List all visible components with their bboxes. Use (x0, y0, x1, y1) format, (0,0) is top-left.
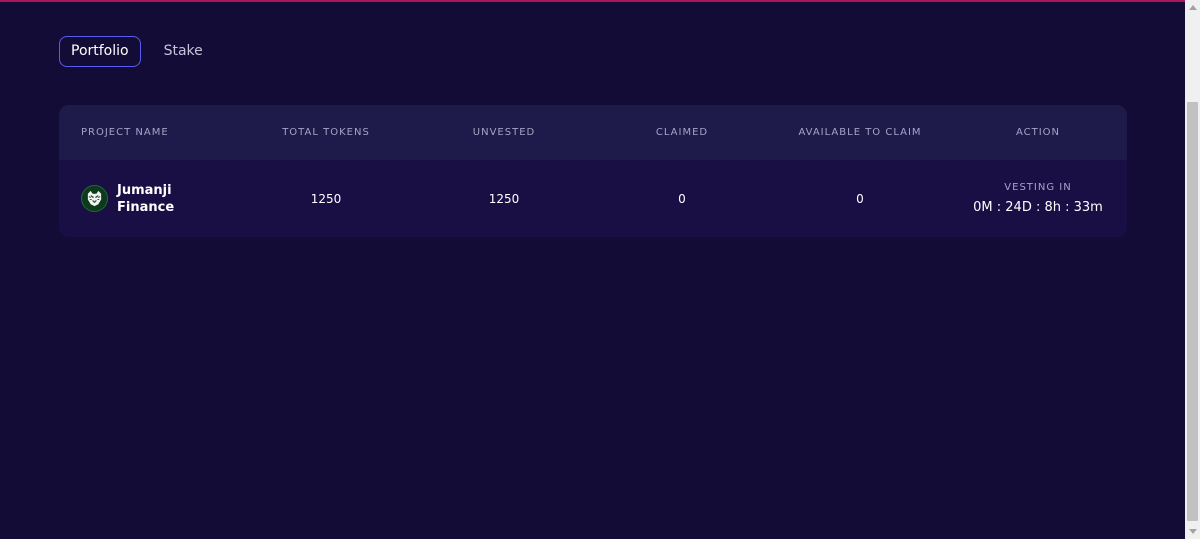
table-row[interactable]: Jumanji Finance 1250 1250 0 0 VESTING IN… (59, 160, 1127, 237)
tab-portfolio[interactable]: Portfolio (59, 36, 141, 67)
tab-stake[interactable]: Stake (153, 36, 214, 67)
scroll-thumb[interactable] (1187, 102, 1198, 521)
cell-available-to-claim: 0 (856, 191, 864, 206)
tiger-icon (81, 185, 108, 212)
header-unvested: UNVESTED (472, 127, 536, 138)
cell-project: Jumanji Finance (59, 182, 237, 216)
project-name: Jumanji Finance (117, 182, 175, 215)
scroll-down-icon[interactable] (1185, 524, 1200, 539)
cell-action: VESTING IN 0M : 24D : 8h : 33m (949, 182, 1127, 215)
top-accent-bar (0, 0, 1185, 2)
cell-claimed: 0 (678, 191, 686, 206)
vesting-countdown: 0M : 24D : 8h : 33m (973, 200, 1103, 215)
header-available-to-claim: AVAILABLE TO CLAIM (798, 127, 922, 138)
header-total-tokens: TOTAL TOKENS (282, 127, 370, 138)
page: Portfolio Stake PROJECT NAME TOTAL TOKEN… (0, 0, 1185, 539)
portfolio-table: PROJECT NAME TOTAL TOKENS UNVESTED CLAIM… (59, 105, 1127, 237)
vertical-scrollbar[interactable] (1185, 0, 1200, 539)
header-action: ACTION (1015, 127, 1061, 138)
cell-unvested: 1250 (488, 191, 520, 206)
table-header: PROJECT NAME TOTAL TOKENS UNVESTED CLAIM… (59, 105, 1127, 160)
header-project-name: PROJECT NAME (81, 127, 169, 138)
header-claimed: CLAIMED (655, 127, 709, 138)
project-info: Jumanji Finance (81, 182, 237, 216)
vesting-label: VESTING IN (1004, 182, 1072, 193)
cell-total-tokens: 1250 (310, 191, 342, 206)
tab-bar: Portfolio Stake (59, 36, 214, 67)
scroll-up-icon[interactable] (1185, 0, 1200, 15)
